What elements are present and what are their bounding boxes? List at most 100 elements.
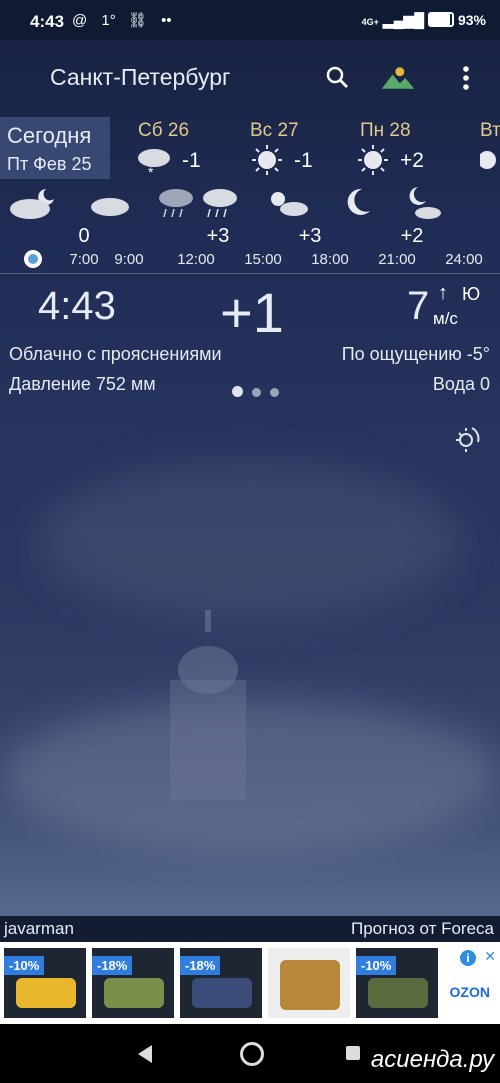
battery-icon bbox=[428, 12, 455, 27]
day-name: Пн 28 bbox=[360, 120, 411, 141]
now-indicator bbox=[24, 250, 42, 268]
status-temp: 1° bbox=[101, 12, 116, 29]
status-time: 4:43 bbox=[30, 12, 65, 31]
hour-time: 15:00 bbox=[244, 251, 282, 268]
battery-fill bbox=[430, 14, 451, 25]
ad-product-image bbox=[104, 978, 164, 1008]
day-temp: -1 bbox=[182, 149, 201, 172]
moon-cloud-icon bbox=[409, 187, 441, 219]
cloud-icon bbox=[91, 198, 129, 216]
cathedral-silhouette bbox=[170, 610, 246, 800]
ad-close-icon[interactable]: ✕ bbox=[484, 948, 496, 965]
ad-product-image bbox=[280, 960, 340, 1010]
ad-discount: -10% bbox=[356, 956, 397, 975]
ad-product-image bbox=[16, 978, 76, 1008]
hour-temp: +2 bbox=[400, 225, 424, 247]
sun-icon bbox=[480, 151, 496, 169]
day-item[interactable]: Сб 26 * -1 bbox=[138, 115, 238, 181]
footer-bar: javarman Прогноз от Foreca bbox=[0, 916, 500, 942]
wind-direction: Ю bbox=[462, 284, 481, 304]
rain-cloud-icon bbox=[159, 189, 193, 218]
divider bbox=[0, 273, 500, 274]
city-title[interactable]: Санкт-Петербург bbox=[50, 64, 230, 91]
moon-icon bbox=[347, 188, 370, 215]
page-dot bbox=[270, 388, 279, 397]
status-icons: @ 1° ⛓ •• bbox=[72, 11, 172, 29]
forecast-source[interactable]: Прогноз от Foreca bbox=[351, 919, 494, 939]
ad-product-image bbox=[368, 978, 428, 1008]
ad-banner[interactable]: -10% -18% -18% -10% i ✕ OZON bbox=[0, 942, 500, 1024]
day-temp: -1 bbox=[294, 149, 313, 172]
today-date: Пт Фев 25 bbox=[7, 154, 92, 174]
ad-product[interactable]: -10% bbox=[4, 948, 86, 1018]
day-name: Вт bbox=[480, 120, 500, 141]
day-temp: +2 bbox=[400, 149, 424, 172]
ad-product[interactable]: -10% bbox=[356, 948, 438, 1018]
hour-time: 12:00 bbox=[177, 251, 215, 268]
more-vert-icon[interactable] bbox=[448, 60, 484, 96]
condition-text: Облачно с прояснениями bbox=[9, 344, 222, 364]
pressure-text: Давление 752 мм bbox=[9, 374, 156, 394]
sun-icon bbox=[252, 145, 282, 175]
sun-info-icon[interactable] bbox=[452, 424, 482, 454]
battery-percent: 93% bbox=[457, 12, 486, 28]
at-icon: @ bbox=[72, 12, 88, 29]
daily-forecast: Сегодня Пт Фев 25 Сб 26 * -1 Вс 27 -1 Пн… bbox=[0, 115, 500, 183]
ad-discount: -18% bbox=[180, 956, 221, 975]
ad-product[interactable]: -18% bbox=[92, 948, 174, 1018]
search-icon[interactable] bbox=[320, 60, 356, 96]
today-label: Сегодня bbox=[7, 123, 92, 148]
hour-time: 18:00 bbox=[311, 251, 349, 268]
current-temperature[interactable]: +1 bbox=[220, 280, 284, 345]
day-name: Вс 27 bbox=[250, 120, 299, 141]
page-indicator[interactable] bbox=[232, 384, 288, 402]
app-bar: Санкт-Петербург bbox=[0, 40, 500, 115]
signal-icon: ▂▄▆█ bbox=[382, 12, 425, 28]
water-temp-text: Вода 0 bbox=[432, 374, 490, 394]
day-today[interactable]: Сегодня Пт Фев 25 bbox=[0, 117, 110, 179]
day-name: Сб 26 bbox=[138, 120, 190, 141]
page-dot-active bbox=[232, 386, 243, 397]
ad-product[interactable]: -18% bbox=[180, 948, 262, 1018]
ad-discount: -18% bbox=[92, 956, 133, 975]
wallpaper-icon[interactable] bbox=[380, 60, 416, 96]
cloud-moon-icon bbox=[10, 189, 54, 219]
status-right: 4G+ ▂▄▆█ 93% bbox=[362, 12, 486, 29]
status-bar: 4:43 @ 1° ⛓ •• 4G+ ▂▄▆█ 93% bbox=[0, 0, 500, 40]
hour-time: 21:00 bbox=[378, 251, 416, 268]
ad-discount: -10% bbox=[4, 956, 45, 975]
ad-product[interactable] bbox=[268, 948, 350, 1018]
hour-temp: +3 bbox=[298, 225, 322, 247]
wind-speed: 7 bbox=[407, 284, 430, 328]
link-icon: ⛓ bbox=[127, 12, 147, 29]
wind-unit: м/с bbox=[433, 309, 458, 328]
rain-cloud-icon bbox=[203, 189, 237, 218]
snow-cloud-icon: * bbox=[138, 149, 170, 179]
more-dots-icon: •• bbox=[161, 12, 172, 29]
day-item[interactable]: Вс 27 -1 bbox=[250, 115, 350, 181]
page-dot bbox=[252, 388, 261, 397]
photo-author[interactable]: javarman bbox=[4, 919, 74, 939]
hourly-forecast: 0 +3 +3 +2 7:00 9:00 12:00 15:00 18:00 2… bbox=[0, 183, 500, 273]
watermark: асиенда.ру bbox=[370, 1046, 494, 1073]
recents-icon[interactable] bbox=[346, 1046, 360, 1060]
cloud-shape bbox=[40, 460, 460, 620]
hour-temp: 0 bbox=[78, 225, 90, 247]
wind-arrow-icon: ↑ bbox=[438, 282, 448, 304]
sun-cloud-icon bbox=[271, 192, 308, 216]
hour-time: 24:00 bbox=[445, 251, 483, 268]
sun-icon bbox=[358, 145, 388, 175]
network-label: 4G+ bbox=[361, 17, 379, 27]
home-icon[interactable] bbox=[240, 1042, 264, 1066]
ad-info-icon[interactable]: i bbox=[460, 950, 476, 966]
feels-like-text: По ощущению -5° bbox=[341, 344, 490, 364]
ad-product-image bbox=[192, 978, 252, 1008]
back-icon[interactable] bbox=[136, 1044, 154, 1064]
hour-temp: +3 bbox=[206, 225, 230, 247]
current-time: 4:43 bbox=[38, 284, 116, 328]
day-item[interactable]: Вт bbox=[480, 115, 500, 181]
ad-brand[interactable]: OZON bbox=[450, 984, 490, 1000]
day-item[interactable]: Пн 28 +2 bbox=[358, 115, 460, 181]
hour-time: 9:00 bbox=[114, 251, 144, 268]
svg-text:*: * bbox=[148, 164, 154, 179]
